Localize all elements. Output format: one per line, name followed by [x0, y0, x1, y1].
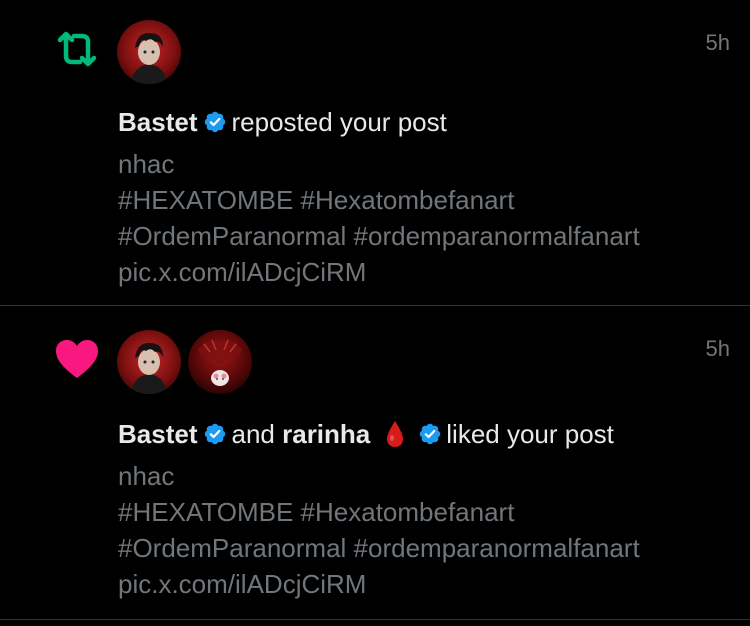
post-line: #OrdemParanormal #ordemparanormalfanart [118, 221, 640, 251]
timestamp: 5h [705, 336, 730, 361]
repost-icon [57, 31, 97, 67]
avatar-rarinha[interactable] [188, 330, 252, 394]
notification-repost[interactable]: 5h Bastet reposted your post nhac #HEXATO… [0, 0, 750, 306]
verified-badge-icon [205, 423, 226, 445]
action-text: reposted your post [231, 107, 447, 137]
post-preview[interactable]: nhac #HEXATOMBE #Hexatombefanart #OrdemP… [118, 458, 640, 602]
post-line: #HEXATOMBE #Hexatombefanart [118, 497, 515, 527]
actor-name[interactable]: Bastet [118, 107, 197, 137]
post-line: #HEXATOMBE #Hexatombefanart [118, 185, 515, 215]
verified-badge-icon [205, 111, 226, 133]
avatar-bastet[interactable] [117, 330, 181, 394]
post-line: nhac [118, 149, 175, 179]
notification-headline: Bastet and rarinha liked your post [118, 418, 614, 450]
verified-badge-icon [420, 423, 441, 445]
post-preview[interactable]: nhac #HEXATOMBE #Hexatombefanart #OrdemP… [118, 146, 640, 290]
action-text: liked your post [446, 419, 614, 449]
post-line: nhac [118, 461, 175, 491]
timestamp: 5h [705, 30, 730, 55]
post-link: pic.x.com/ilADcjCiRM [118, 257, 367, 287]
avatar-bastet[interactable] [117, 20, 181, 84]
notification-like[interactable]: 5h Bastet and rarinha liked your post nhac… [0, 306, 750, 620]
blood-drop-icon [387, 421, 404, 447]
notification-headline: Bastet reposted your post [118, 106, 447, 138]
post-link: pic.x.com/ilADcjCiRM [118, 569, 367, 599]
post-line: #OrdemParanormal #ordemparanormalfanart [118, 533, 640, 563]
heart-icon [56, 340, 98, 378]
actor-name[interactable]: rarinha [282, 419, 370, 449]
actor-name[interactable]: Bastet [118, 419, 197, 449]
conjunction-text: and [231, 419, 275, 449]
